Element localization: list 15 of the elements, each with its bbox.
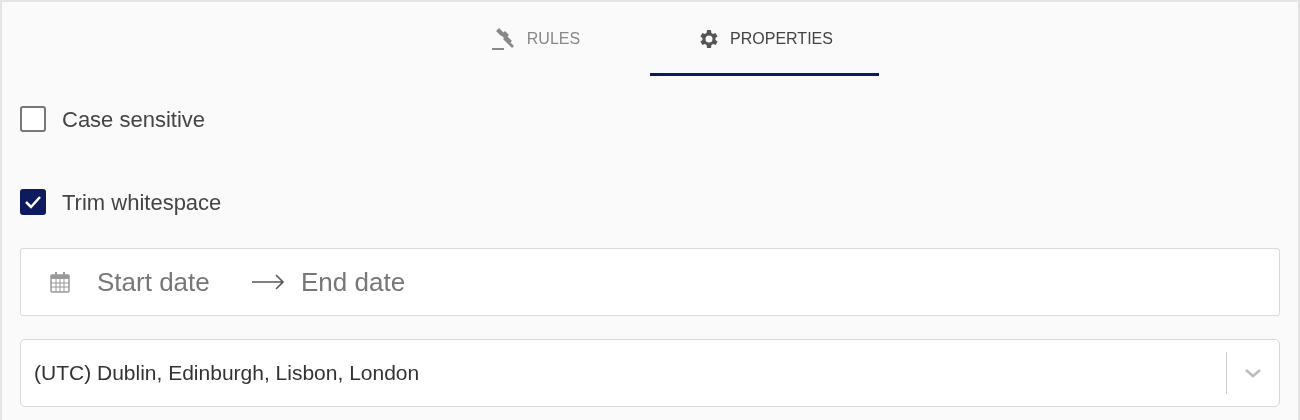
gavel-icon bbox=[490, 26, 517, 51]
check-icon bbox=[24, 195, 42, 209]
tab[interactable]: PROPERTIES bbox=[650, 2, 879, 76]
calendar-icon bbox=[50, 271, 70, 293]
arrow-right-icon bbox=[251, 274, 285, 290]
checkbox[interactable] bbox=[20, 106, 46, 132]
end-date-input[interactable]: End date bbox=[301, 262, 501, 302]
checkbox-label: Trim whitespace bbox=[62, 188, 222, 217]
timezone-select[interactable]: (UTC) Dublin, Edinburgh, Lisbon, London bbox=[20, 339, 1280, 407]
checkbox-label: Case sensitive bbox=[62, 105, 206, 134]
chevron-down-icon bbox=[1244, 368, 1262, 378]
checkbox[interactable] bbox=[20, 189, 46, 215]
selected-value: (UTC) Dublin, Edinburgh, Lisbon, London bbox=[34, 360, 421, 387]
start-date-input[interactable]: Start date bbox=[97, 262, 247, 302]
date-range-field[interactable]: Start date End date bbox=[20, 248, 1280, 316]
